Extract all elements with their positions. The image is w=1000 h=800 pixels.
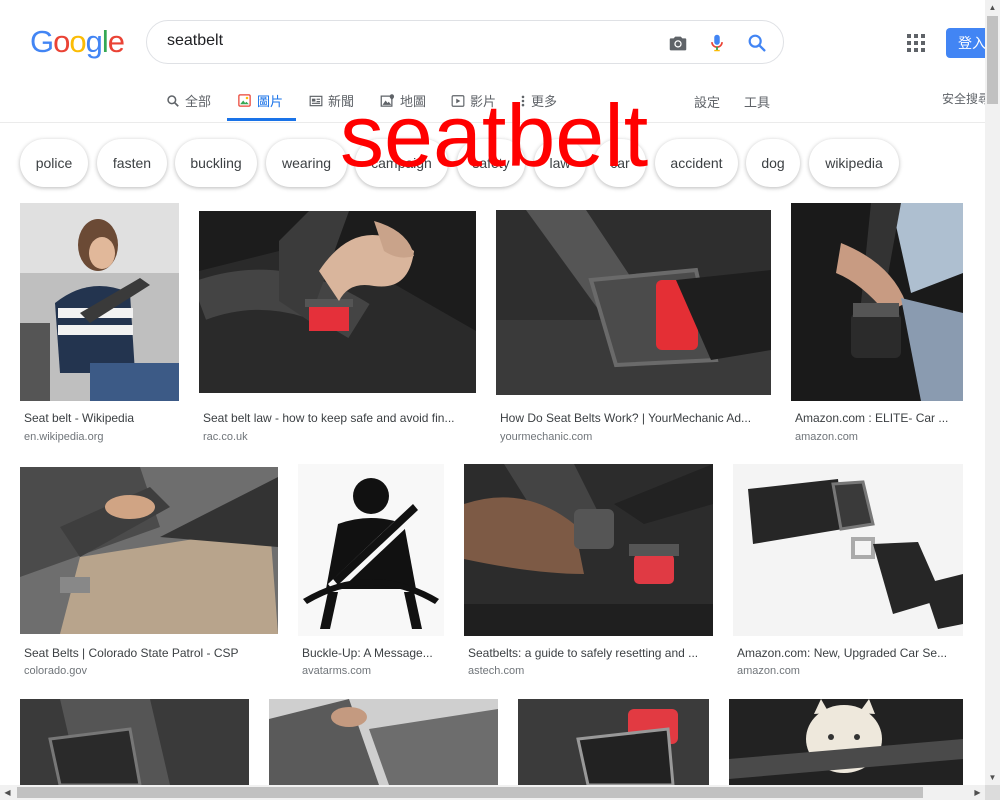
- image-result[interactable]: Amazon.com : ELITE- Car ... amazon.com: [791, 203, 963, 448]
- active-tab-indicator: [227, 118, 296, 121]
- microphone-icon[interactable]: [706, 32, 728, 54]
- result-source: astech.com: [468, 665, 525, 677]
- search-icon[interactable]: [746, 32, 768, 54]
- result-source: amazon.com: [795, 431, 858, 443]
- result-thumbnail[interactable]: [269, 699, 498, 785]
- camera-icon[interactable]: [667, 32, 689, 54]
- scroll-right-arrow-icon[interactable]: ▶: [970, 785, 985, 800]
- result-thumbnail[interactable]: [20, 203, 179, 401]
- result-thumbnail[interactable]: [733, 464, 963, 636]
- image-result[interactable]: [729, 699, 963, 785]
- image-result[interactable]: Seatbelts: a guide to safely resetting a…: [464, 464, 713, 679]
- safesearch-link[interactable]: 安全搜尋: [942, 90, 990, 107]
- chip-wearing[interactable]: wearing: [266, 139, 347, 187]
- image-result[interactable]: Amazon.com: New, Upgraded Car Se... amaz…: [733, 464, 963, 679]
- chip-wikipedia[interactable]: wikipedia: [809, 139, 899, 187]
- result-thumbnail[interactable]: [199, 211, 476, 393]
- chip-fasten[interactable]: fasten: [97, 139, 167, 187]
- result-source: rac.co.uk: [203, 431, 248, 443]
- scroll-left-arrow-icon[interactable]: ◀: [0, 785, 15, 800]
- search-box[interactable]: [146, 20, 784, 64]
- image-result[interactable]: Seat belt - Wikipedia en.wikipedia.org: [20, 203, 179, 448]
- image-result[interactable]: [20, 699, 249, 785]
- tab-all[interactable]: 全部: [166, 91, 211, 110]
- result-title[interactable]: Seatbelts: a guide to safely resetting a…: [468, 646, 709, 660]
- chip-police[interactable]: police: [20, 139, 88, 187]
- result-title[interactable]: Amazon.com: New, Upgraded Car Se...: [737, 646, 959, 660]
- result-source: avatarms.com: [302, 665, 372, 677]
- image-result[interactable]: How Do Seat Belts Work? | YourMechanic A…: [496, 203, 771, 448]
- result-thumbnail[interactable]: [298, 464, 444, 636]
- settings-link[interactable]: 設定: [694, 92, 720, 111]
- result-thumbnail[interactable]: [791, 203, 963, 401]
- tab-images[interactable]: 圖片: [237, 91, 283, 110]
- image-result[interactable]: Seat belt law - how to keep safe and avo…: [199, 203, 476, 448]
- result-thumbnail[interactable]: [20, 467, 278, 634]
- result-thumbnail[interactable]: [518, 699, 709, 785]
- result-title[interactable]: Seat belt law - how to keep safe and avo…: [203, 411, 472, 425]
- chip-dog[interactable]: dog: [746, 139, 800, 187]
- search-input[interactable]: [167, 32, 637, 50]
- horizontal-scroll-thumb[interactable]: [17, 787, 923, 798]
- result-thumbnail[interactable]: [496, 210, 771, 395]
- scroll-down-arrow-icon[interactable]: ▼: [985, 770, 1000, 785]
- image-result[interactable]: Buckle-Up: A Message... avatarms.com: [298, 464, 444, 679]
- result-source: yourmechanic.com: [500, 431, 593, 443]
- tab-label: 全部: [185, 94, 212, 109]
- image-result[interactable]: [518, 699, 709, 785]
- tools-link[interactable]: 工具: [744, 92, 770, 111]
- vertical-scroll-thumb[interactable]: [987, 16, 998, 104]
- result-title[interactable]: Seat belt - Wikipedia: [24, 411, 175, 425]
- result-thumbnail[interactable]: [729, 699, 963, 785]
- tab-label: 圖片: [257, 94, 284, 109]
- result-title[interactable]: Buckle-Up: A Message...: [302, 646, 440, 660]
- search-icon: [167, 94, 179, 107]
- result-source: en.wikipedia.org: [24, 431, 104, 443]
- result-source: colorado.gov: [24, 665, 87, 677]
- scroll-up-arrow-icon[interactable]: ▲: [985, 0, 1000, 15]
- image-result[interactable]: [269, 699, 498, 785]
- overlay-text: seatbelt: [340, 86, 649, 185]
- vertical-scrollbar[interactable]: [985, 0, 1000, 785]
- image-result[interactable]: Seat Belts | Colorado State Patrol - CSP…: [20, 464, 278, 679]
- apps-icon[interactable]: [906, 33, 926, 53]
- chip-buckling[interactable]: buckling: [175, 139, 257, 187]
- result-source: amazon.com: [737, 665, 800, 677]
- chip-accident[interactable]: accident: [655, 139, 738, 187]
- scrollbar-corner: [985, 785, 1000, 800]
- result-thumbnail[interactable]: [20, 699, 249, 785]
- result-thumbnail[interactable]: [464, 464, 713, 636]
- result-title[interactable]: Seat Belts | Colorado State Patrol - CSP: [24, 646, 274, 660]
- news-icon: [309, 95, 323, 106]
- result-title[interactable]: Amazon.com : ELITE- Car ...: [795, 411, 959, 425]
- google-logo[interactable]: Google: [30, 24, 125, 60]
- result-title[interactable]: How Do Seat Belts Work? | YourMechanic A…: [500, 411, 767, 425]
- image-icon: [238, 94, 251, 107]
